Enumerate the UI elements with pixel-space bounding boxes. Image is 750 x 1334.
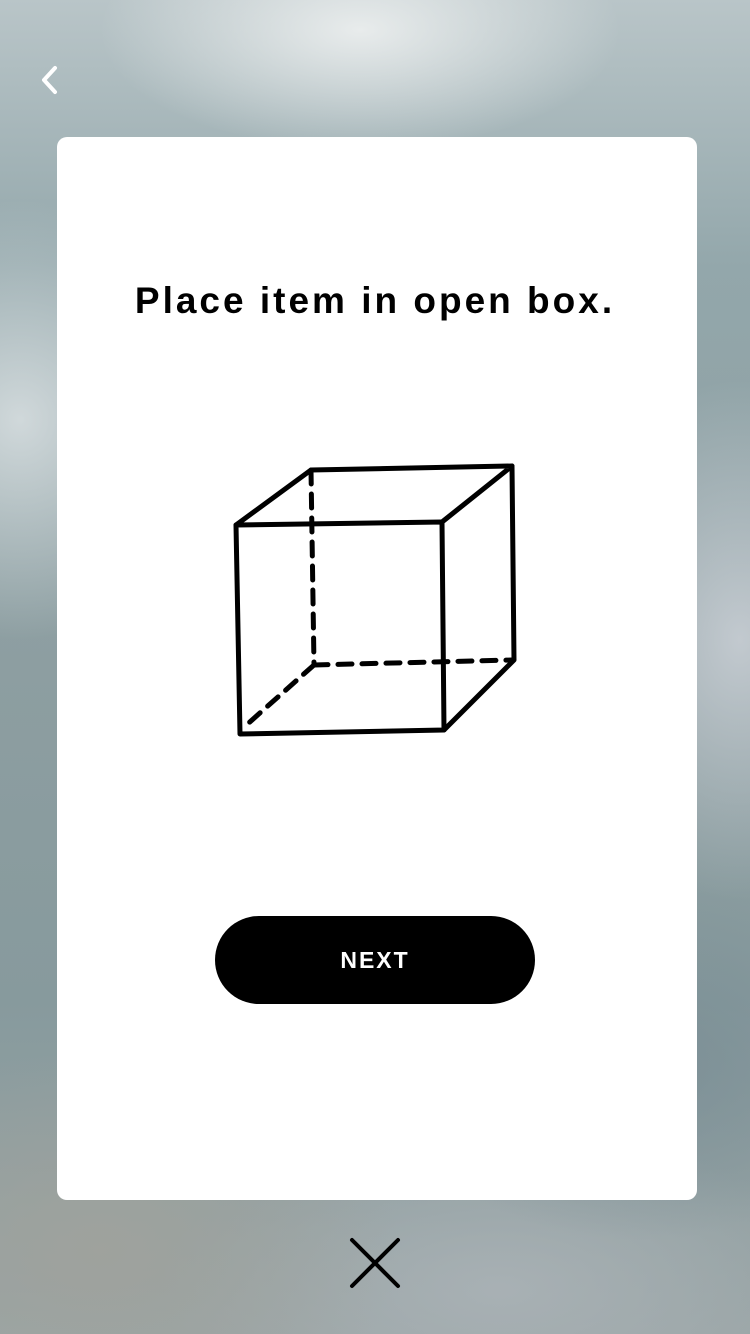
close-icon bbox=[350, 1238, 400, 1288]
instruction-title: Place item in open box. bbox=[134, 280, 616, 321]
open-box-icon bbox=[233, 463, 517, 737]
next-button[interactable]: NEXT bbox=[215, 916, 535, 1004]
chevron-left-icon bbox=[42, 66, 57, 94]
back-button[interactable] bbox=[26, 56, 74, 104]
close-button[interactable] bbox=[345, 1233, 405, 1293]
